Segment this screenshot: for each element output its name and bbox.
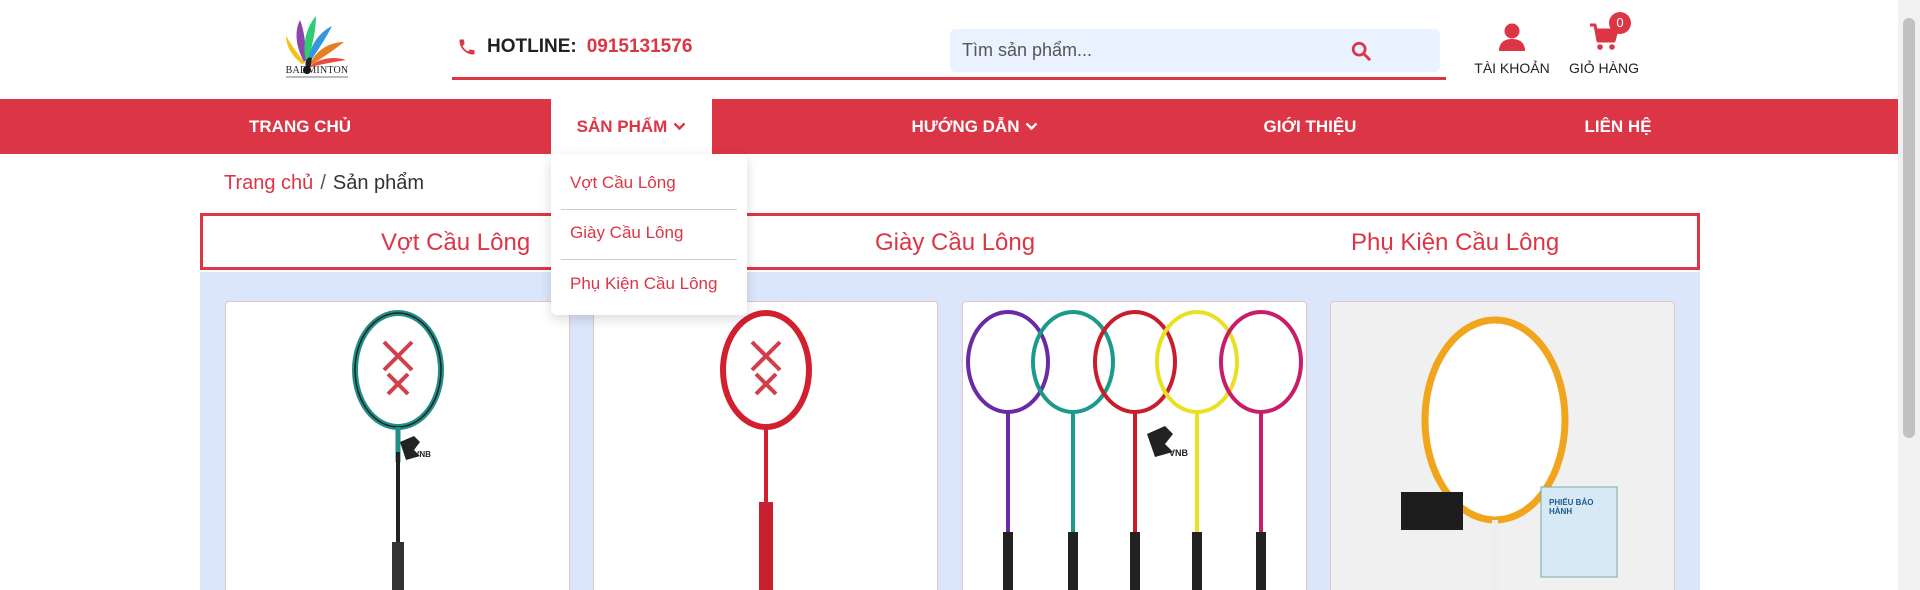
dropdown-item-rackets[interactable]: Vợt Cầu Lông <box>551 173 747 193</box>
dropdown-item-accessories[interactable]: Phụ Kiện Cầu Lông <box>551 274 747 294</box>
breadcrumb-separator: / <box>320 172 326 194</box>
brand-tag: VNB <box>414 450 431 459</box>
product-card[interactable]: VNB <box>225 301 570 590</box>
product-image <box>966 310 1303 590</box>
brand-tag: VNB <box>1169 448 1189 458</box>
account-label: TÀI KHOẢN <box>1474 60 1550 76</box>
cart-button[interactable]: 0 GIỎ HÀNG <box>1562 12 1646 76</box>
product-card[interactable] <box>593 301 938 590</box>
nav-item-label: TRANG CHỦ <box>249 116 351 136</box>
search-icon[interactable] <box>1350 40 1372 62</box>
product-image <box>720 310 812 590</box>
main-nav: TRANG CHỦ SẢN PHẨM HƯỚNG DẪN GIỚI THIỆU … <box>0 99 1898 154</box>
nav-item-label: LIÊN HỆ <box>1584 116 1652 136</box>
logo-underline <box>286 76 348 78</box>
search-box <box>950 29 1440 72</box>
products-dropdown-menu: Vợt Cầu Lông Giày Cầu Lông Phụ Kiện Cầu … <box>551 154 747 315</box>
nav-item-label: HƯỚNG DẪN <box>911 116 1020 136</box>
dropdown-divider <box>561 259 737 260</box>
page: BADMINTON HOTLINE: 0915131576 TÀI KHOẢN <box>0 0 1920 590</box>
user-icon <box>1499 23 1525 51</box>
dropdown-item-shoes[interactable]: Giày Cầu Lông <box>551 223 747 243</box>
logo-text: BADMINTON <box>285 65 349 76</box>
category-bar: Vợt Cầu Lông Giày Cầu Lông Phụ Kiện Cầu … <box>200 213 1700 270</box>
category-rackets[interactable]: Vợt Cầu Lông <box>381 229 530 257</box>
nav-item-label: GIỚI THIỆU <box>1263 116 1357 136</box>
category-accessories[interactable]: Phụ Kiện Cầu Lông <box>1351 229 1559 257</box>
hotline-label: HOTLINE: <box>487 36 577 57</box>
category-shoes[interactable]: Giày Cầu Lông <box>875 229 1035 257</box>
hotline-number[interactable]: 0915131576 <box>587 36 693 58</box>
nav-item-products[interactable]: SẢN PHẨM <box>551 99 712 154</box>
account-button[interactable]: TÀI KHOẢN <box>1470 22 1554 76</box>
nav-item-contact[interactable]: LIÊN HỆ <box>1535 99 1701 154</box>
chevron-down-icon <box>1026 122 1038 131</box>
breadcrumb: Trang chủ / Sản phẩm <box>224 172 424 195</box>
cart-count-badge: 0 <box>1609 12 1631 34</box>
product-card[interactable]: PHIẾU BẢO HÀNH <box>1330 301 1675 590</box>
nav-item-about[interactable]: GIỚI THIỆU <box>1215 99 1405 154</box>
phone-icon <box>459 39 475 55</box>
scrollbar-thumb[interactable] <box>1903 18 1915 438</box>
product-grid: VNB VNB PHIẾU BẢO HÀNH <box>200 272 1700 590</box>
site-header: BADMINTON HOTLINE: 0915131576 TÀI KHOẢN <box>0 0 1898 99</box>
chevron-down-icon <box>673 122 686 131</box>
product-image <box>352 310 444 590</box>
breadcrumb-current: Sản phẩm <box>332 172 425 194</box>
hotline: HOTLINE: 0915131576 <box>457 36 692 58</box>
search-input[interactable] <box>962 29 1382 72</box>
page-scrollbar[interactable] <box>1898 0 1920 590</box>
nav-item-label: SẢN PHẨM <box>576 116 668 136</box>
header-divider <box>452 77 1446 80</box>
nav-item-home[interactable]: TRANG CHỦ <box>200 99 400 154</box>
brand-box-icon <box>1401 492 1463 530</box>
product-image <box>1401 316 1618 590</box>
warranty-card-title: PHIẾU BẢO HÀNH <box>1549 498 1594 516</box>
nav-item-guide[interactable]: HƯỚNG DẪN <box>880 99 1070 154</box>
product-card[interactable]: VNB <box>962 301 1307 590</box>
cart-label: GIỎ HÀNG <box>1568 60 1639 76</box>
dropdown-divider <box>561 209 737 210</box>
breadcrumb-home-link[interactable]: Trang chủ <box>224 172 313 195</box>
